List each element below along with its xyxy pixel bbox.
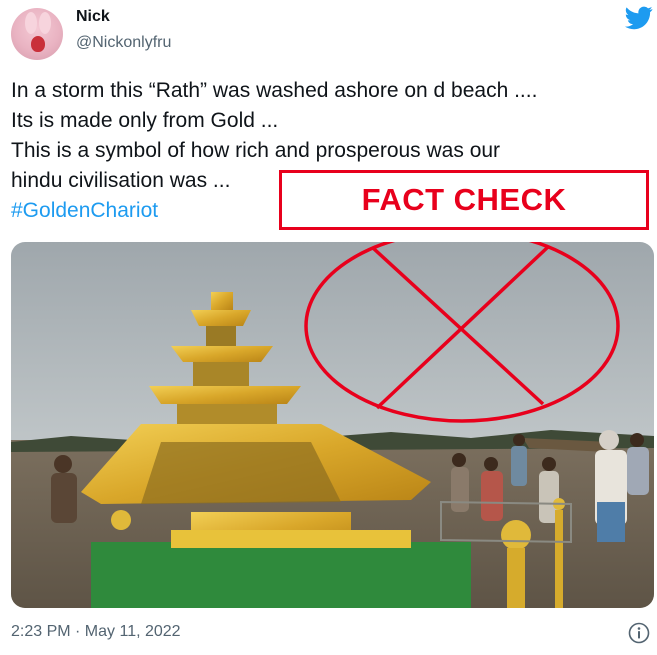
tweet-line: Its is made only from Gold ...	[11, 109, 279, 132]
tweet-photo[interactable]	[11, 242, 654, 608]
user-name[interactable]: Nick	[76, 8, 110, 26]
fact-check-banner: FACT CHECK	[279, 170, 649, 230]
avatar-ear	[25, 12, 37, 34]
tweet-timestamp[interactable]: 2:23 PM · May 11, 2022	[11, 623, 181, 641]
user-handle[interactable]: @Nickonlyfru	[76, 34, 171, 52]
avatar[interactable]	[11, 8, 63, 60]
tweet-line: This is a symbol of how rich and prosper…	[11, 139, 501, 162]
tweet-line: In a storm this “Rath” was washed ashore…	[11, 79, 538, 102]
chariot-photo	[11, 242, 654, 608]
twitter-bird-icon[interactable]	[625, 6, 653, 30]
info-icon[interactable]	[628, 622, 650, 644]
avatar-strawberry	[31, 36, 45, 52]
fact-check-label: FACT CHECK	[361, 182, 567, 217]
avatar-ear	[39, 12, 51, 34]
